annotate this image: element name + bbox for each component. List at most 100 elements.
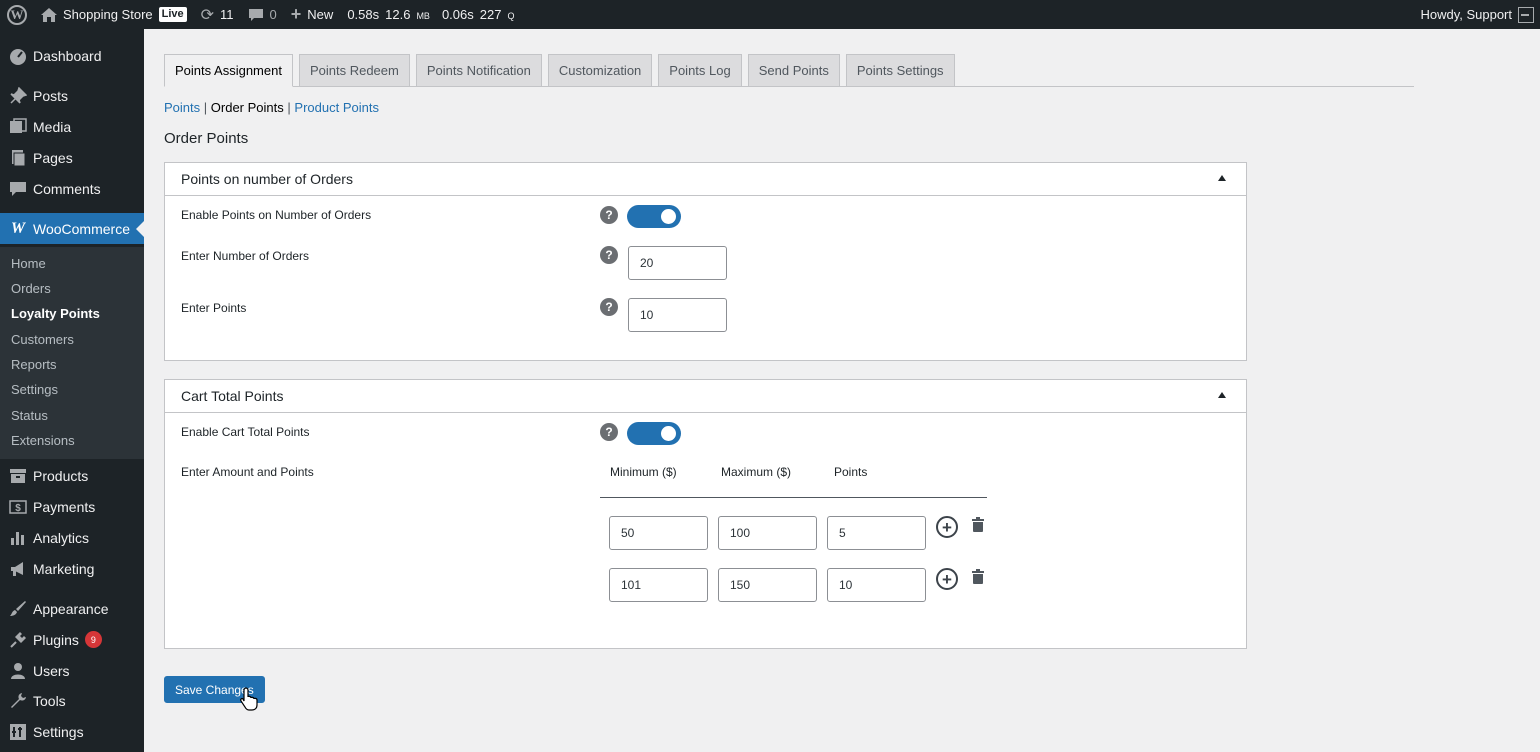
updates-icon: ⟳ <box>200 6 215 24</box>
page-title: Order Points <box>164 130 249 147</box>
subnav-separator: | <box>203 100 208 115</box>
row-1-maximum-input[interactable] <box>718 516 817 550</box>
sidebar-item-label: Marketing <box>33 560 95 577</box>
sidebar-item-woocommerce[interactable]: W WooCommerce <box>0 213 144 244</box>
dashboard-icon <box>8 46 28 66</box>
svg-text:$: $ <box>15 503 21 514</box>
wrench-icon <box>8 691 28 711</box>
delete-row-icon[interactable] <box>972 517 984 532</box>
admin-sidebar: Dashboard Posts Media Pages Comments W W… <box>0 29 144 752</box>
subnav-separator: | <box>287 100 291 115</box>
order-points-input[interactable] <box>628 298 727 332</box>
submenu-item-home[interactable]: Home <box>11 256 46 271</box>
help-icon[interactable]: ? <box>600 206 618 224</box>
submenu-item-customers[interactable]: Customers <box>11 332 74 347</box>
dollar-icon: $ <box>8 497 28 517</box>
submenu-item-reports[interactable]: Reports <box>11 357 57 372</box>
orders-points-panel: Points on number of Orders Enable Points… <box>164 162 1247 361</box>
enable-orders-toggle[interactable] <box>627 205 681 228</box>
submenu-item-status[interactable]: Status <box>11 408 48 423</box>
sidebar-item-posts[interactable]: Posts <box>0 80 144 111</box>
help-icon[interactable]: ? <box>600 298 618 316</box>
help-icon[interactable]: ? <box>600 246 618 264</box>
number-of-orders-label: Enter Number of Orders <box>181 249 310 263</box>
new-content-link[interactable]: + New <box>284 0 341 29</box>
wordpress-icon: W <box>7 4 27 25</box>
cart-panel-header[interactable]: Cart Total Points <box>165 380 1246 413</box>
tab-points-settings[interactable]: Points Settings <box>845 54 955 87</box>
delete-row-icon[interactable] <box>972 569 984 584</box>
submenu-item-loyalty-points[interactable]: Loyalty Points <box>11 306 100 321</box>
row-1-minimum-input[interactable] <box>609 516 708 550</box>
updates-link[interactable]: ⟳ 11 <box>194 0 241 29</box>
collapse-arrow-icon[interactable] <box>1218 392 1226 398</box>
comment-icon <box>8 179 28 199</box>
tab-points-log[interactable]: Points Log <box>658 54 742 87</box>
enable-cart-toggle[interactable] <box>627 422 681 445</box>
sidebar-item-analytics[interactable]: Analytics <box>0 522 144 553</box>
add-row-icon[interactable]: + <box>936 516 958 538</box>
sidebar-item-users[interactable]: Users <box>0 655 144 686</box>
row-2-maximum-input[interactable] <box>718 568 817 602</box>
tab-points-notification[interactable]: Points Notification <box>415 54 542 87</box>
subnav-product-points-link[interactable]: Product Points <box>294 100 379 115</box>
tab-send-points[interactable]: Send Points <box>747 54 840 87</box>
sidebar-item-payments[interactable]: $ Payments <box>0 491 144 522</box>
subnav-order-points-current: Order Points <box>210 100 284 115</box>
enable-cart-label: Enable Cart Total Points <box>181 425 310 439</box>
row-2-points-input[interactable] <box>827 568 926 602</box>
minimum-column-header: Minimum ($) <box>610 465 677 479</box>
number-of-orders-input[interactable] <box>628 246 727 280</box>
howdy-text: Howdy, Support <box>1420 7 1512 22</box>
settings-tabs: Points Assignment Points Redeem Points N… <box>164 54 961 87</box>
comment-icon <box>248 8 264 22</box>
wordpress-logo[interactable]: W <box>0 0 34 29</box>
sidebar-item-label: Plugins <box>33 631 79 648</box>
sidebar-item-plugins[interactable]: Plugins 9 <box>0 624 144 655</box>
sidebar-item-products[interactable]: Products <box>0 460 144 491</box>
megaphone-icon <box>8 559 28 579</box>
sidebar-item-label: Users <box>33 662 70 679</box>
sidebar-item-media[interactable]: Media <box>0 111 144 142</box>
submenu-item-settings[interactable]: Settings <box>11 382 58 397</box>
sidebar-item-settings[interactable]: Settings <box>0 716 144 747</box>
sidebar-item-marketing[interactable]: Marketing <box>0 553 144 584</box>
points-column-header: Points <box>834 465 868 479</box>
sidebar-item-label: Media <box>33 118 72 135</box>
sidebar-item-dashboard[interactable]: Dashboard <box>0 40 144 71</box>
add-row-icon[interactable]: + <box>936 568 958 590</box>
tab-points-assignment[interactable]: Points Assignment <box>164 54 293 87</box>
comments-link[interactable]: 0 <box>241 0 284 29</box>
order-points-label: Enter Points <box>181 301 247 315</box>
row-1-points-input[interactable] <box>827 516 926 550</box>
tab-points-redeem[interactable]: Points Redeem <box>298 54 410 87</box>
orders-panel-header[interactable]: Points on number of Orders <box>165 163 1246 196</box>
perf-query-time: 0.06s <box>441 7 474 22</box>
sidebar-item-comments[interactable]: Comments <box>0 173 144 204</box>
tab-customization[interactable]: Customization <box>547 54 653 87</box>
submenu-item-orders[interactable]: Orders <box>11 281 51 296</box>
query-monitor-stats[interactable]: 0.58s 12.6 MB 0.06s 227 Q <box>340 0 533 29</box>
help-icon[interactable]: ? <box>600 423 618 441</box>
sidebar-item-appearance[interactable]: Appearance <box>0 593 144 624</box>
bar-chart-icon <box>8 528 28 548</box>
sidebar-item-pages[interactable]: Pages <box>0 142 144 173</box>
perf-memory: 12.6 MB <box>385 7 430 22</box>
submenu-item-extensions[interactable]: Extensions <box>11 433 75 448</box>
site-name-link[interactable]: Shopping Store Live <box>34 0 194 29</box>
perf-time: 0.58s <box>347 7 380 22</box>
collapse-arrow-icon[interactable] <box>1218 175 1226 181</box>
subnav-points-link[interactable]: Points <box>164 100 200 115</box>
row-2-minimum-input[interactable] <box>609 568 708 602</box>
sidebar-item-label: Analytics <box>33 529 90 546</box>
site-name: Shopping Store <box>63 7 153 22</box>
media-icon <box>8 117 28 137</box>
hand-pointer-cursor-icon <box>240 687 258 711</box>
sidebar-item-tools[interactable]: Tools <box>0 685 144 716</box>
new-label: New <box>307 7 334 22</box>
amount-and-points-label: Enter Amount and Points <box>181 465 314 479</box>
table-header-divider <box>600 497 987 498</box>
my-account-link[interactable]: Howdy, Support <box>1413 0 1540 29</box>
woocommerce-submenu: Home Orders Loyalty Points Customers Rep… <box>0 247 144 459</box>
sub-navigation: Points | Order Points | Product Points <box>164 100 379 115</box>
